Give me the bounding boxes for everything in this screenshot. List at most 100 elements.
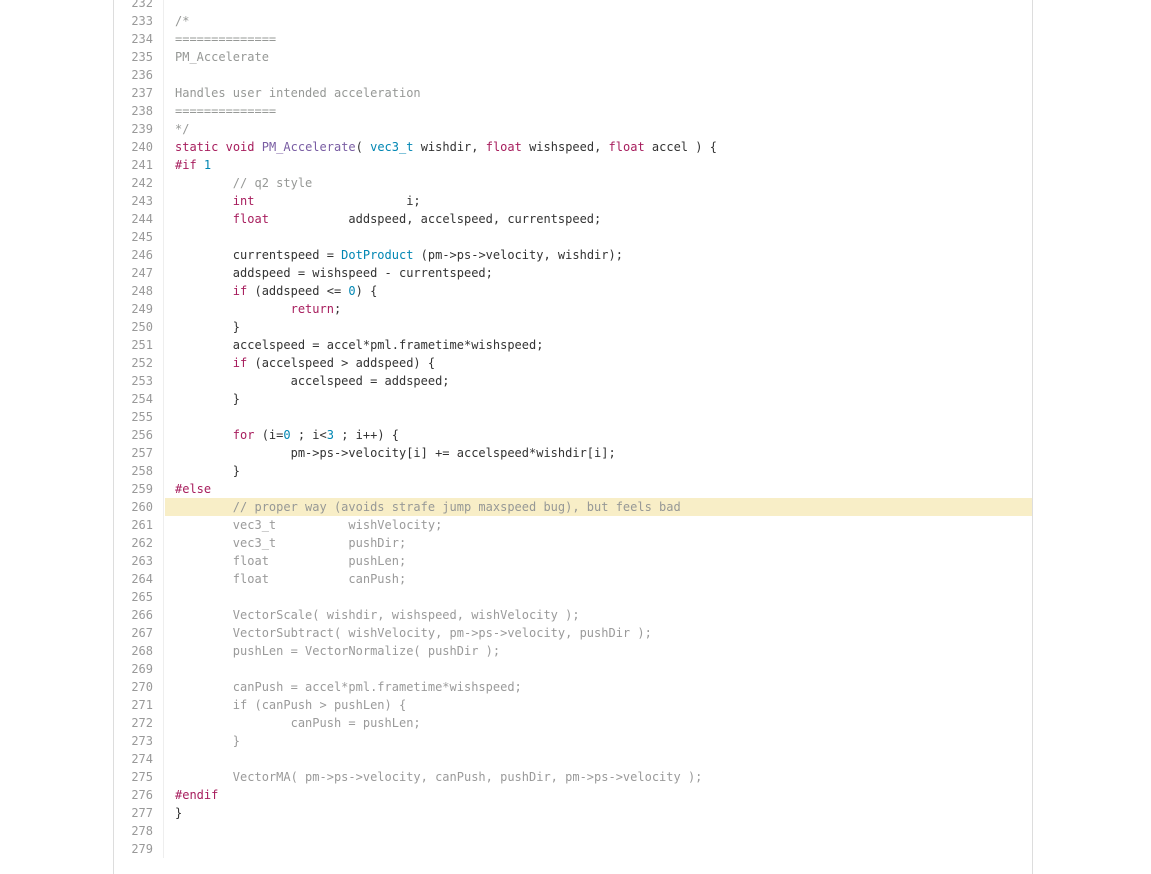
line-number[interactable]: 257 (114, 444, 164, 462)
code-line: 248 if (addspeed <= 0) { (114, 282, 1032, 300)
line-number[interactable]: 272 (114, 714, 164, 732)
line-number[interactable]: 239 (114, 120, 164, 138)
line-number[interactable]: 267 (114, 624, 164, 642)
code-line: 252 if (accelspeed > addspeed) { (114, 354, 1032, 372)
line-number[interactable]: 243 (114, 192, 164, 210)
line-code: VectorSubtract( wishVelocity, pm->ps->ve… (165, 624, 1032, 642)
code-token: /* (175, 14, 190, 28)
line-code (165, 840, 1032, 858)
line-number[interactable]: 262 (114, 534, 164, 552)
code-line: 246 currentspeed = DotProduct (pm->ps->v… (114, 246, 1032, 264)
line-number[interactable]: 277 (114, 804, 164, 822)
code-line: 236 (114, 66, 1032, 84)
code-token: 1 (203, 158, 212, 172)
line-number[interactable]: 245 (114, 228, 164, 246)
line-number[interactable]: 247 (114, 264, 164, 282)
line-number[interactable]: 273 (114, 732, 164, 750)
line-number[interactable]: 261 (114, 516, 164, 534)
code-line: 263 float pushLen; (114, 552, 1032, 570)
line-number[interactable]: 278 (114, 822, 164, 840)
code-token: DotProduct (341, 248, 414, 262)
line-number[interactable]: 235 (114, 48, 164, 66)
code-token: for (232, 428, 255, 442)
line-code: if (accelspeed > addspeed) { (165, 354, 1032, 372)
line-code: } (165, 462, 1032, 480)
code-token: 3 (326, 428, 334, 442)
line-number[interactable]: 246 (114, 246, 164, 264)
code-line: 276 #endif (114, 786, 1032, 804)
line-number[interactable]: 270 (114, 678, 164, 696)
line-number[interactable]: 269 (114, 660, 164, 678)
code-line: 242 // q2 style (114, 174, 1032, 192)
line-number[interactable]: 271 (114, 696, 164, 714)
code-token: ; i++) { (333, 428, 400, 442)
line-number[interactable]: 275 (114, 768, 164, 786)
line-number[interactable]: 248 (114, 282, 164, 300)
code-line: 247 addspeed = wishspeed - currentspeed; (114, 264, 1032, 282)
code-token: } (175, 392, 241, 406)
code-token: if (232, 284, 248, 298)
line-number[interactable]: 266 (114, 606, 164, 624)
line-number[interactable]: 240 (114, 138, 164, 156)
line-number[interactable]: 264 (114, 570, 164, 588)
line-number[interactable]: 232 (114, 0, 164, 12)
line-number[interactable]: 237 (114, 84, 164, 102)
line-number[interactable]: 241 (114, 156, 164, 174)
line-code: PM_Accelerate (165, 48, 1032, 66)
line-number[interactable]: 234 (114, 30, 164, 48)
line-code: float addspeed, accelspeed, currentspeed… (165, 210, 1032, 228)
code-line: 249 return; (114, 300, 1032, 318)
line-number[interactable]: 238 (114, 102, 164, 120)
code-token: void (225, 140, 255, 154)
line-number[interactable]: 249 (114, 300, 164, 318)
code-token: ============== (175, 104, 277, 118)
line-number[interactable]: 242 (114, 174, 164, 192)
code-line: 233 /* (114, 12, 1032, 30)
line-number[interactable]: 233 (114, 12, 164, 30)
code-token: ( (355, 140, 371, 154)
line-number[interactable]: 256 (114, 426, 164, 444)
code-token: VectorMA( pm->ps->velocity, canPush, pus… (175, 770, 703, 784)
line-number[interactable]: 236 (114, 66, 164, 84)
code-line: 259 #else (114, 480, 1032, 498)
line-number[interactable]: 244 (114, 210, 164, 228)
line-number[interactable]: 252 (114, 354, 164, 372)
code-token: int (232, 194, 255, 208)
line-number[interactable]: 276 (114, 786, 164, 804)
line-number[interactable]: 255 (114, 408, 164, 426)
line-number[interactable]: 279 (114, 840, 164, 858)
line-number[interactable]: 274 (114, 750, 164, 768)
line-number[interactable]: 250 (114, 318, 164, 336)
code-token: (addspeed <= (247, 284, 349, 298)
code-token: return (290, 302, 334, 316)
line-number[interactable]: 253 (114, 372, 164, 390)
line-number[interactable]: 260 (114, 498, 164, 516)
code-line: 244 float addspeed, accelspeed, currents… (114, 210, 1032, 228)
line-number[interactable]: 259 (114, 480, 164, 498)
code-line: 273 } (114, 732, 1032, 750)
line-number[interactable]: 258 (114, 462, 164, 480)
line-number[interactable]: 268 (114, 642, 164, 660)
code-token: } (175, 320, 241, 334)
line-number[interactable]: 254 (114, 390, 164, 408)
line-code: // q2 style (165, 174, 1032, 192)
code-line: 258 } (114, 462, 1032, 480)
code-token: VectorSubtract( wishVelocity, pm->ps->ve… (175, 626, 652, 640)
code-token: // proper way (avoids strafe jump maxspe… (232, 500, 681, 514)
code-token: canPush = pushLen; (175, 716, 421, 730)
line-number[interactable]: 265 (114, 588, 164, 606)
code-line: 250 } (114, 318, 1032, 336)
code-line: 261 vec3_t wishVelocity; (114, 516, 1032, 534)
line-code (165, 228, 1032, 246)
line-number[interactable]: 251 (114, 336, 164, 354)
code-token: addspeed = wishspeed - currentspeed; (175, 266, 493, 280)
code-line: 251 accelspeed = accel*pml.frametime*wis… (114, 336, 1032, 354)
code-token: static (175, 140, 219, 154)
code-token: if (232, 356, 248, 370)
line-code (165, 0, 1032, 12)
line-code (165, 750, 1032, 768)
line-number[interactable]: 263 (114, 552, 164, 570)
code-token: ============== (175, 32, 277, 46)
